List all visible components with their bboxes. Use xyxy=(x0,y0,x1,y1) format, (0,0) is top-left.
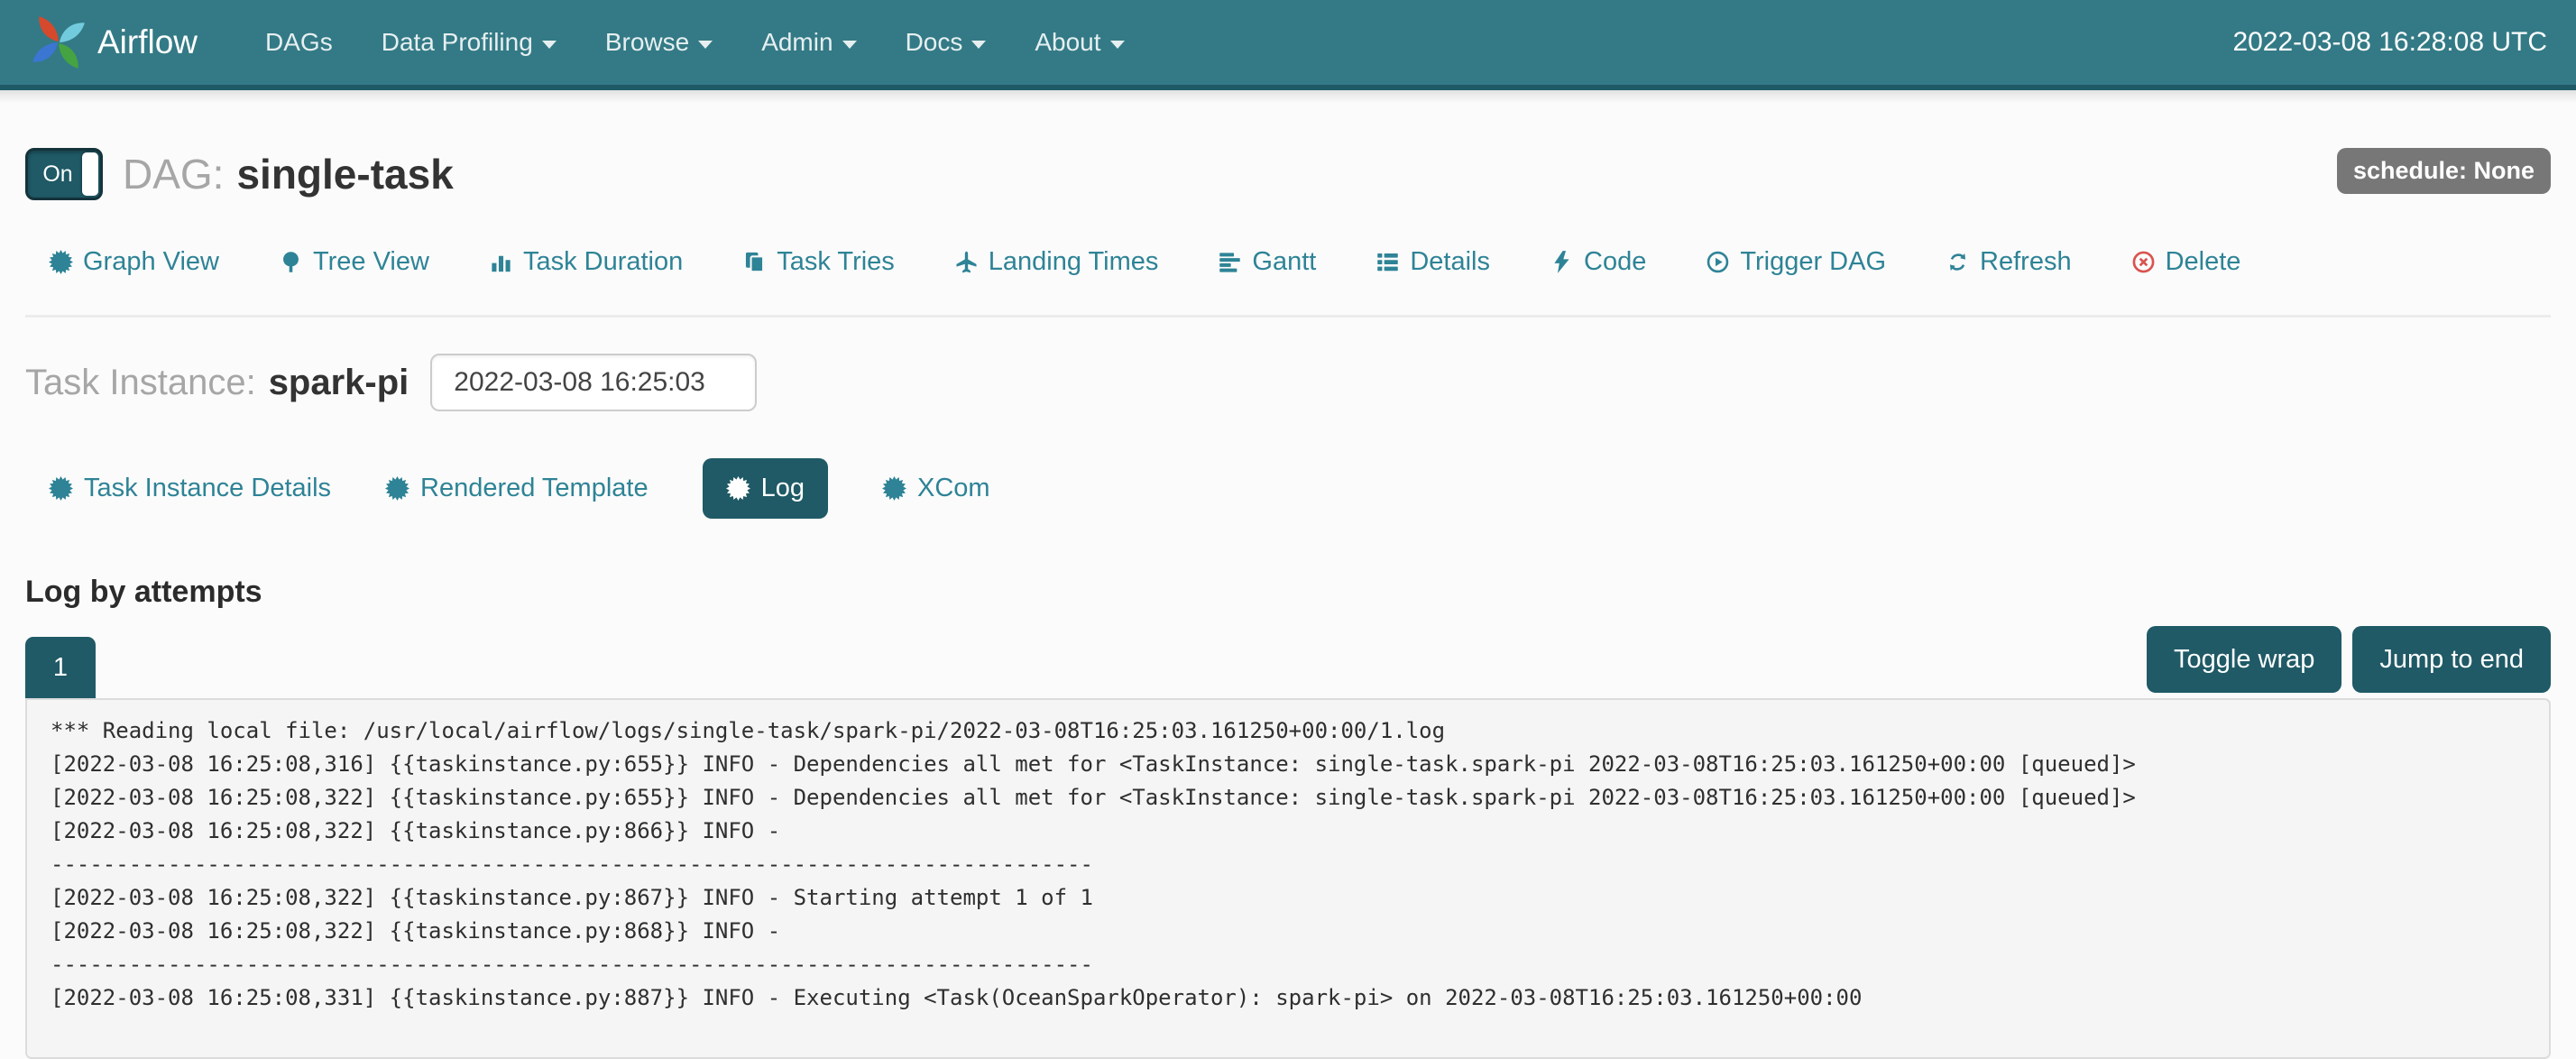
caret-down-icon xyxy=(971,41,986,49)
task-instance-label: Task Instance: xyxy=(25,363,256,403)
button-refresh[interactable]: Refresh xyxy=(1946,247,2072,277)
burst-icon xyxy=(726,476,750,501)
dag-title-prefix: DAG: xyxy=(123,150,224,198)
caret-down-icon xyxy=(542,41,557,49)
log-line: [2022-03-08 16:25:08,322] {{taskinstance… xyxy=(51,815,2525,848)
dag-view-tabs: Graph View Tree View Task Duration Task … xyxy=(25,247,2551,277)
log-line: *** Reading local file: /usr/local/airfl… xyxy=(51,714,2525,748)
dag-name: single-task xyxy=(236,150,453,198)
x-circle-icon xyxy=(2131,250,2156,274)
main-content: On DAG: single-task schedule: None Graph… xyxy=(0,103,2576,1059)
top-navbar: Airflow DAGs Data Profiling Browse Admin… xyxy=(0,0,2576,90)
log-line: [2022-03-08 16:25:08,322] {{taskinstance… xyxy=(51,915,2525,948)
bar-chart-icon xyxy=(489,250,513,274)
execution-date-input[interactable] xyxy=(430,354,757,411)
refresh-icon xyxy=(1946,250,1970,274)
burst-icon xyxy=(882,476,906,501)
caret-down-icon xyxy=(698,41,713,49)
plane-icon xyxy=(954,250,979,274)
burst-icon xyxy=(49,250,73,274)
navbar-shadow xyxy=(0,90,2576,103)
nav-item-admin[interactable]: Admin xyxy=(737,28,880,57)
divider xyxy=(25,315,2551,318)
tab-task-instance-details[interactable]: Task Instance Details xyxy=(49,474,331,503)
brand-name: Airflow xyxy=(97,23,198,61)
tab-task-tries[interactable]: Task Tries xyxy=(742,247,895,277)
log-line: [2022-03-08 16:25:08,331] {{taskinstance… xyxy=(51,981,2525,1015)
toggle-knob xyxy=(82,152,98,196)
tree-icon xyxy=(279,250,303,274)
nav-item-dags[interactable]: DAGs xyxy=(241,28,357,57)
burst-icon xyxy=(385,476,409,501)
tab-code[interactable]: Code xyxy=(1550,247,1646,277)
log-buttons: Toggle wrap Jump to end xyxy=(2147,626,2551,693)
toggle-wrap-button[interactable]: Toggle wrap xyxy=(2147,626,2341,693)
nav-item-about[interactable]: About xyxy=(1010,28,1148,57)
attempt-1-tab[interactable]: 1 xyxy=(25,637,96,698)
log-line: [2022-03-08 16:25:08,322] {{taskinstance… xyxy=(51,781,2525,815)
page-title: DAG: single-task xyxy=(123,150,454,198)
tab-graph-view[interactable]: Graph View xyxy=(49,247,219,277)
tab-xcom[interactable]: XCom xyxy=(882,474,990,503)
tab-rendered-template[interactable]: Rendered Template xyxy=(385,474,649,503)
log-attempts-toolbar: 1 Toggle wrap Jump to end xyxy=(25,628,2551,698)
burst-icon xyxy=(49,476,73,501)
dag-on-off-toggle[interactable]: On xyxy=(25,148,103,200)
log-line: [2022-03-08 16:25:08,322] {{taskinstance… xyxy=(51,881,2525,915)
airflow-brand[interactable]: Airflow xyxy=(29,13,198,72)
log-line: ----------------------------------------… xyxy=(51,948,2525,981)
main-nav: DAGs Data Profiling Browse Admin Docs Ab… xyxy=(241,28,1149,57)
jump-to-end-button[interactable]: Jump to end xyxy=(2352,626,2551,693)
log-output[interactable]: *** Reading local file: /usr/local/airfl… xyxy=(25,698,2551,1059)
tab-log[interactable]: Log xyxy=(703,458,828,519)
log-line: [2022-03-08 16:25:08,316] {{taskinstance… xyxy=(51,748,2525,781)
play-circle-icon xyxy=(1706,250,1730,274)
log-by-attempts-heading: Log by attempts xyxy=(25,575,2551,610)
tab-details[interactable]: Details xyxy=(1375,247,1490,277)
align-left-icon xyxy=(1218,250,1242,274)
airflow-pinwheel-logo-icon xyxy=(29,13,88,72)
log-line: ----------------------------------------… xyxy=(51,848,2525,881)
caret-down-icon xyxy=(1110,41,1125,49)
copy-icon xyxy=(742,250,767,274)
task-instance-tabs: Task Instance Details Rendered Template … xyxy=(25,458,2551,519)
tab-landing-times[interactable]: Landing Times xyxy=(954,247,1159,277)
tab-tree-view[interactable]: Tree View xyxy=(279,247,429,277)
tab-task-duration[interactable]: Task Duration xyxy=(489,247,683,277)
tab-gantt[interactable]: Gantt xyxy=(1218,247,1316,277)
nav-item-docs[interactable]: Docs xyxy=(881,28,1011,57)
button-trigger-dag[interactable]: Trigger DAG xyxy=(1706,247,1886,277)
nav-item-browse[interactable]: Browse xyxy=(581,28,737,57)
caret-down-icon xyxy=(842,41,857,49)
bolt-icon xyxy=(1550,250,1574,274)
task-instance-row: Task Instance: spark-pi xyxy=(25,354,2551,411)
button-delete[interactable]: Delete xyxy=(2131,247,2241,277)
schedule-badge: schedule: None xyxy=(2337,148,2551,194)
utc-clock: 2022-03-08 16:28:08 UTC xyxy=(2232,27,2547,58)
th-list-icon xyxy=(1375,250,1400,274)
dag-header: On DAG: single-task schedule: None xyxy=(25,148,2551,200)
task-instance-name: spark-pi xyxy=(269,363,409,403)
nav-item-data-profiling[interactable]: Data Profiling xyxy=(357,28,581,57)
